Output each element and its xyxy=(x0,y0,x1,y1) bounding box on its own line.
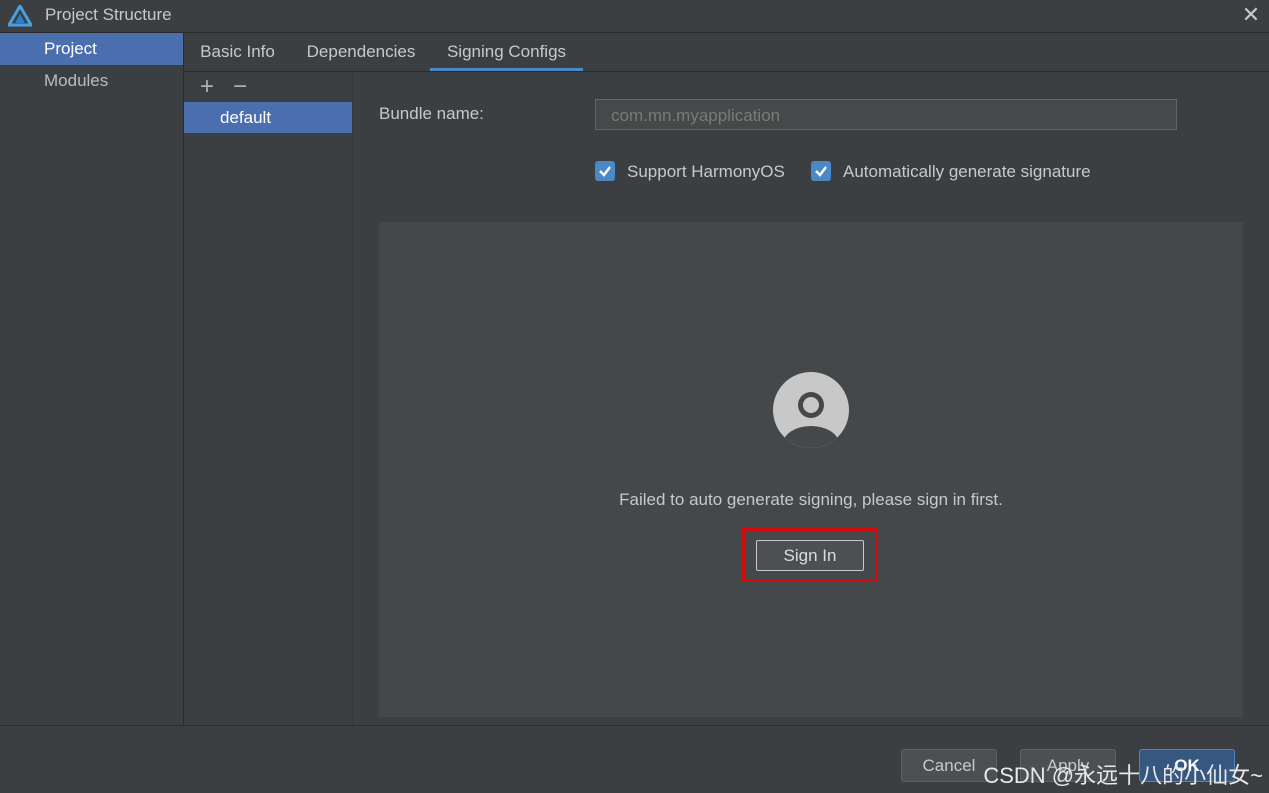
tab-basic-info[interactable]: Basic Info xyxy=(190,33,285,71)
remove-icon[interactable]: − xyxy=(229,75,251,99)
watermark: CSDN @永远十八的小仙女~ xyxy=(983,763,1263,788)
tab-bar: Basic Info Dependencies Signing Configs xyxy=(184,33,1269,72)
harmony-logo-icon xyxy=(8,5,32,27)
bundle-name-field[interactable]: com.mn.myapplication xyxy=(595,99,1177,130)
window-title: Project Structure xyxy=(45,5,172,24)
sidebar-item-modules[interactable]: Modules xyxy=(0,65,183,97)
sign-in-button[interactable]: Sign In xyxy=(756,540,864,571)
title-bar: Project Structure ✕ xyxy=(0,0,1269,33)
checkmark-icon xyxy=(811,161,831,181)
checkmark-icon xyxy=(595,161,615,181)
tab-dependencies[interactable]: Dependencies xyxy=(297,33,425,71)
close-icon[interactable]: ✕ xyxy=(1239,3,1263,27)
sidebar-item-project[interactable]: Project xyxy=(0,33,183,65)
dialog-footer: Cancel Apply OK CSDN @永远十八的小仙女~ xyxy=(0,725,1269,793)
support-harmonyos-label: Support HarmonyOS xyxy=(627,162,785,181)
auto-generate-signature-label: Automatically generate signature xyxy=(843,162,1091,181)
sign-in-message: Failed to auto generate signing, please … xyxy=(619,490,1003,509)
signing-configs-panel: Bundle name: com.mn.myapplication Suppor… xyxy=(353,72,1269,725)
tab-signing-configs[interactable]: Signing Configs xyxy=(430,33,583,71)
user-avatar-icon xyxy=(773,372,849,448)
add-icon[interactable]: + xyxy=(196,75,218,99)
signing-config-list: + − default xyxy=(184,72,353,725)
sign-in-panel: Failed to auto generate signing, please … xyxy=(379,222,1243,717)
bundle-name-label: Bundle name: xyxy=(379,104,484,123)
config-item-default[interactable]: default xyxy=(184,102,352,133)
sidebar: Project Modules xyxy=(0,33,184,725)
